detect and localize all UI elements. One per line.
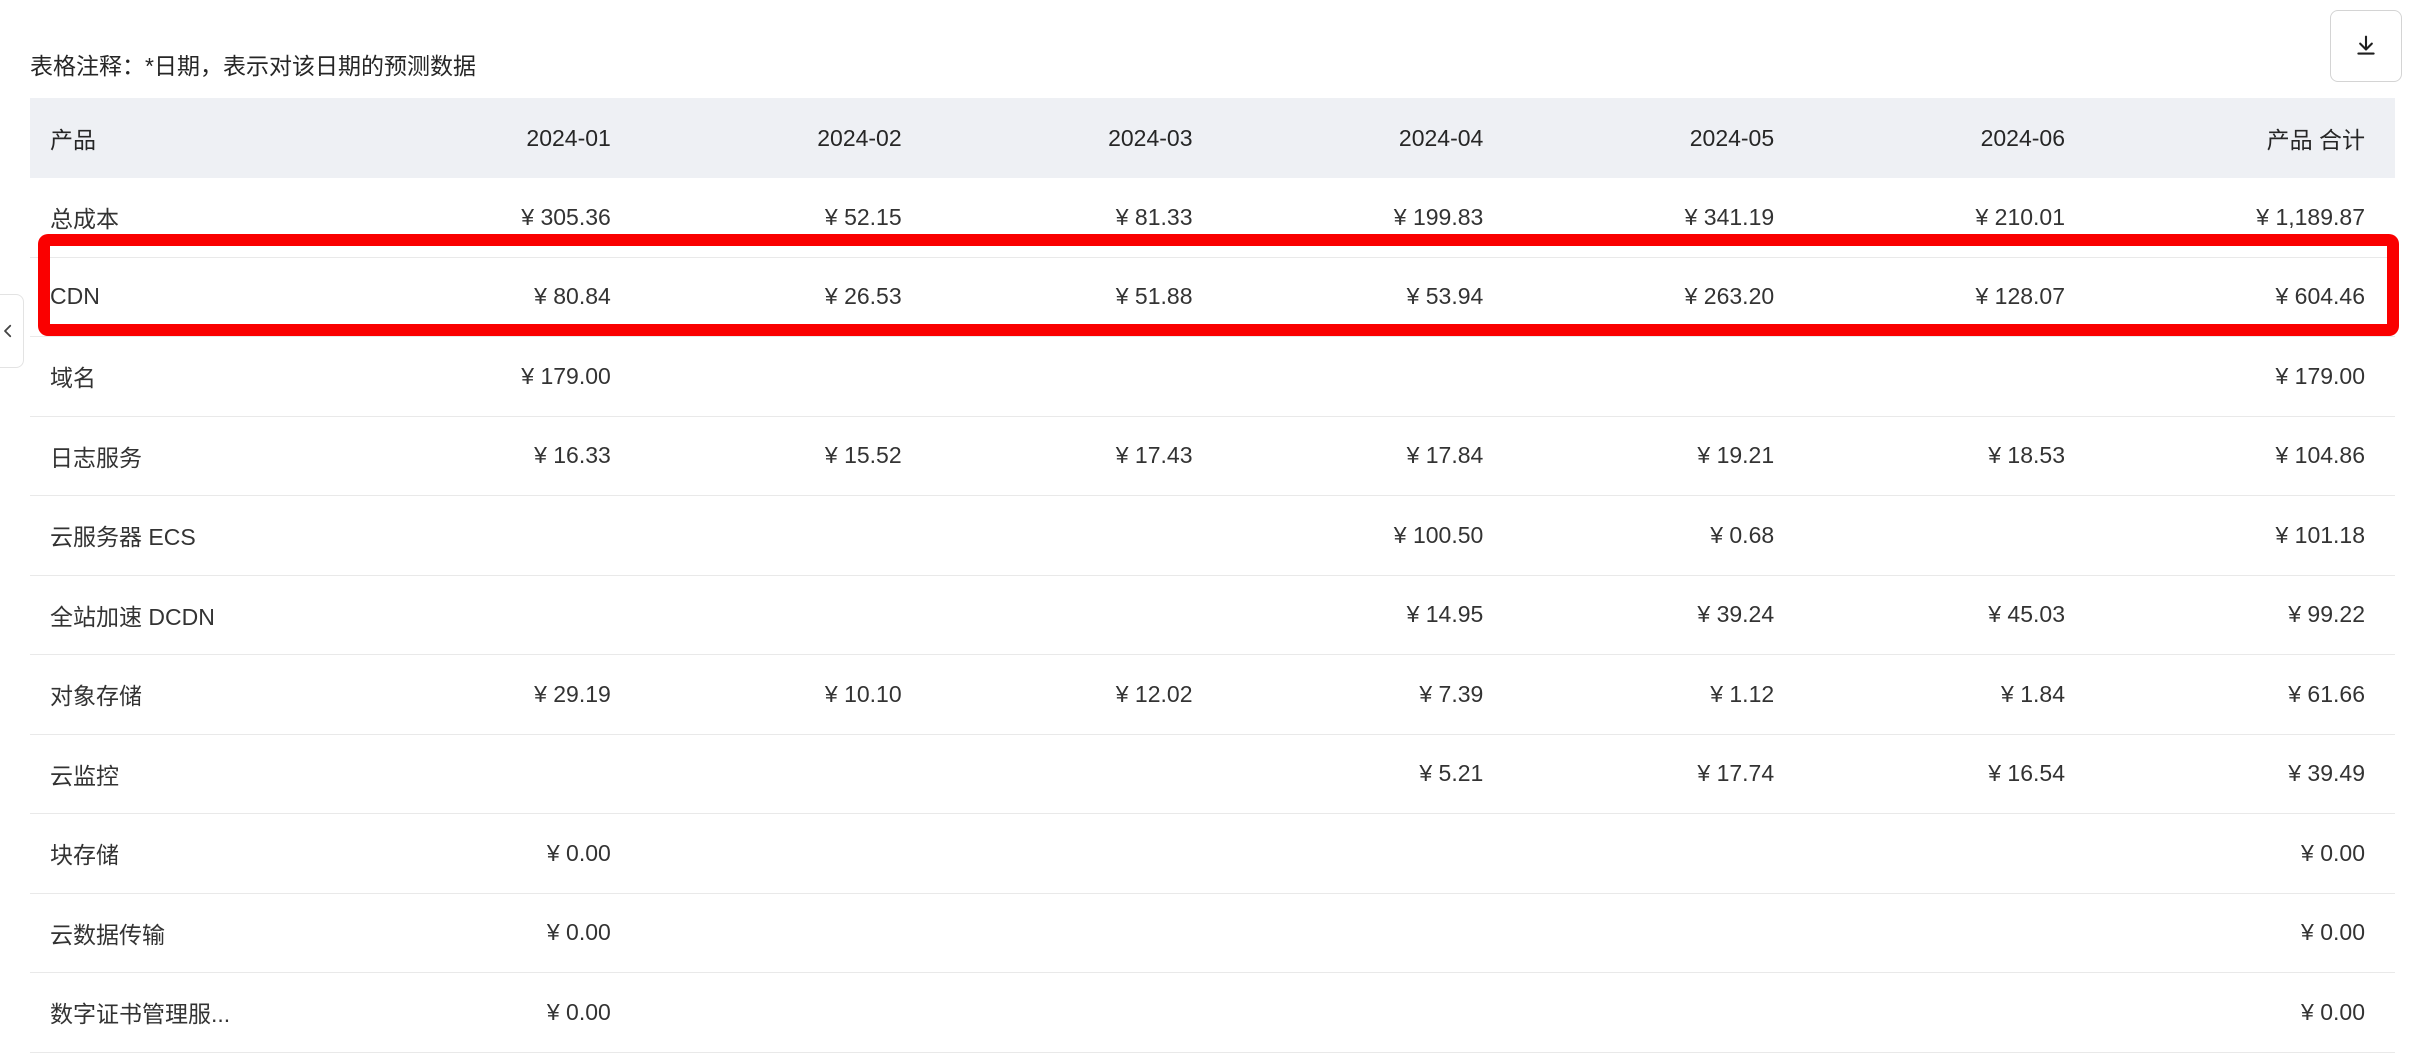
table-row: 云监控 ¥ 5.21 ¥ 17.74 ¥ 16.54 ¥ 39.49: [30, 735, 2395, 815]
product-cell: 域名: [30, 359, 350, 393]
value-cell: ¥ 0.00: [350, 840, 641, 867]
value-cell: ¥ 81.33: [932, 204, 1223, 231]
value-cell: ¥ 0.00: [350, 999, 641, 1026]
value-cell: ¥ 179.00: [2095, 363, 2395, 390]
value-cell: ¥ 15.52: [641, 442, 932, 469]
value-cell: ¥ 52.15: [641, 204, 932, 231]
column-header-product: 产品: [30, 121, 350, 155]
chevron-left-icon: [0, 322, 17, 340]
table-row: 对象存储 ¥ 29.19 ¥ 10.10 ¥ 12.02 ¥ 7.39 ¥ 1.…: [30, 655, 2395, 735]
panel-collapse-button[interactable]: [0, 294, 24, 368]
download-button[interactable]: [2330, 10, 2402, 82]
value-cell: ¥ 19.21: [1513, 442, 1804, 469]
table-row: 日志服务 ¥ 16.33 ¥ 15.52 ¥ 17.43 ¥ 17.84 ¥ 1…: [30, 417, 2395, 497]
value-cell: ¥ 101.18: [2095, 522, 2395, 549]
value-cell: ¥ 1,189.87: [2095, 204, 2395, 231]
value-cell: ¥ 7.39: [1223, 681, 1514, 708]
value-cell: ¥ 80.84: [350, 283, 641, 310]
value-cell: ¥ 199.83: [1223, 204, 1514, 231]
value-cell: ¥ 0.00: [350, 919, 641, 946]
table-row: 块存储 ¥ 0.00 ¥ 0.00: [30, 814, 2395, 894]
value-cell: ¥ 39.24: [1513, 601, 1804, 628]
value-cell: ¥ 29.19: [350, 681, 641, 708]
value-cell: ¥ 263.20: [1513, 283, 1804, 310]
value-cell: ¥ 14.95: [1223, 601, 1514, 628]
value-cell: ¥ 26.53: [641, 283, 932, 310]
value-cell: ¥ 10.10: [641, 681, 932, 708]
value-cell: ¥ 341.19: [1513, 204, 1804, 231]
product-cell: 全站加速 DCDN: [30, 598, 350, 632]
table-header: 产品 2024-01 2024-02 2024-03 2024-04 2024-…: [30, 98, 2395, 178]
product-cell: 日志服务: [30, 439, 350, 473]
value-cell: ¥ 1.84: [1804, 681, 2095, 708]
value-cell: ¥ 39.49: [2095, 760, 2395, 787]
value-cell: ¥ 18.53: [1804, 442, 2095, 469]
value-cell: ¥ 17.84: [1223, 442, 1514, 469]
column-header-2024-01: 2024-01: [350, 125, 641, 152]
value-cell: ¥ 17.74: [1513, 760, 1804, 787]
product-cell: 数字证书管理服...: [30, 995, 350, 1029]
value-cell: ¥ 305.36: [350, 204, 641, 231]
product-cell: 块存储: [30, 836, 350, 870]
value-cell: ¥ 5.21: [1223, 760, 1514, 787]
value-cell: ¥ 16.33: [350, 442, 641, 469]
value-cell: ¥ 16.54: [1804, 760, 2095, 787]
value-cell: ¥ 1.12: [1513, 681, 1804, 708]
column-header-2024-03: 2024-03: [932, 125, 1223, 152]
product-cell: 云监控: [30, 757, 350, 791]
table-row: 总成本 ¥ 305.36 ¥ 52.15 ¥ 81.33 ¥ 199.83 ¥ …: [30, 178, 2395, 258]
value-cell: ¥ 51.88: [932, 283, 1223, 310]
product-cell: 云数据传输: [30, 916, 350, 950]
cost-table: 产品 2024-01 2024-02 2024-03 2024-04 2024-…: [30, 98, 2395, 1053]
product-cell: 云服务器 ECS: [30, 518, 350, 552]
table-body: 总成本 ¥ 305.36 ¥ 52.15 ¥ 81.33 ¥ 199.83 ¥ …: [30, 178, 2395, 1053]
table-row: 云服务器 ECS ¥ 100.50 ¥ 0.68 ¥ 101.18: [30, 496, 2395, 576]
table-note: 表格注释：*日期，表示对该日期的预测数据: [30, 47, 476, 81]
value-cell: ¥ 17.43: [932, 442, 1223, 469]
download-icon: [2352, 32, 2380, 60]
value-cell: ¥ 45.03: [1804, 601, 2095, 628]
value-cell: ¥ 604.46: [2095, 283, 2395, 310]
value-cell: ¥ 0.00: [2095, 999, 2395, 1026]
table-row: 域名 ¥ 179.00 ¥ 179.00: [30, 337, 2395, 417]
value-cell: ¥ 100.50: [1223, 522, 1514, 549]
column-header-2024-04: 2024-04: [1223, 125, 1514, 152]
column-header-2024-05: 2024-05: [1513, 125, 1804, 152]
cost-analysis-page: 表格注释：*日期，表示对该日期的预测数据 产品 2024-01 2024-02 …: [0, 0, 2410, 1054]
column-header-total: 产品 合计: [2095, 121, 2395, 155]
value-cell: ¥ 128.07: [1804, 283, 2095, 310]
column-header-2024-02: 2024-02: [641, 125, 932, 152]
product-cell: 对象存储: [30, 677, 350, 711]
value-cell: ¥ 104.86: [2095, 442, 2395, 469]
product-cell: 总成本: [30, 200, 350, 234]
value-cell: ¥ 53.94: [1223, 283, 1514, 310]
value-cell: ¥ 0.00: [2095, 919, 2395, 946]
value-cell: ¥ 61.66: [2095, 681, 2395, 708]
product-cell: CDN: [30, 283, 350, 310]
value-cell: ¥ 99.22: [2095, 601, 2395, 628]
value-cell: ¥ 12.02: [932, 681, 1223, 708]
value-cell: ¥ 210.01: [1804, 204, 2095, 231]
value-cell: ¥ 0.00: [2095, 840, 2395, 867]
column-header-2024-06: 2024-06: [1804, 125, 2095, 152]
table-row: 云数据传输 ¥ 0.00 ¥ 0.00: [30, 894, 2395, 974]
table-row: CDN ¥ 80.84 ¥ 26.53 ¥ 51.88 ¥ 53.94 ¥ 26…: [30, 258, 2395, 338]
value-cell: ¥ 0.68: [1513, 522, 1804, 549]
value-cell: ¥ 179.00: [350, 363, 641, 390]
table-row: 全站加速 DCDN ¥ 14.95 ¥ 39.24 ¥ 45.03 ¥ 99.2…: [30, 576, 2395, 656]
table-row: 数字证书管理服... ¥ 0.00 ¥ 0.00: [30, 973, 2395, 1053]
